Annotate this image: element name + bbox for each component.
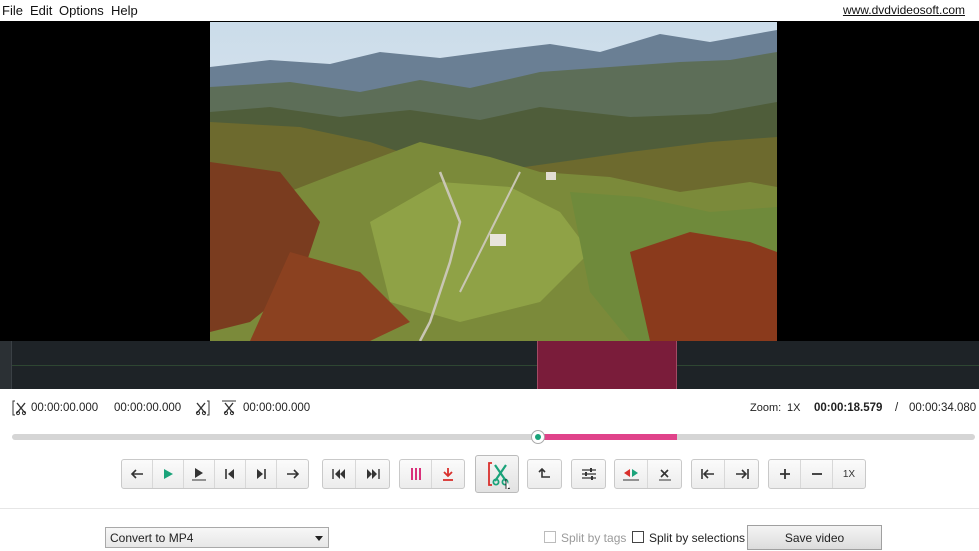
- rotate-toolbar: [527, 459, 562, 489]
- zoom-toolbar: 1X: [768, 459, 866, 489]
- fast-forward-icon: [366, 469, 380, 479]
- seek-selection-fill: [537, 434, 677, 440]
- set-marker-button[interactable]: [432, 460, 464, 488]
- output-format-select[interactable]: Convert to MP4: [105, 527, 329, 548]
- go-to-start-icon: [701, 469, 714, 479]
- step-back-button[interactable]: [122, 460, 153, 488]
- output-format-value: Convert to MP4: [110, 531, 194, 545]
- jump-toolbar: [322, 459, 390, 489]
- video-viewer[interactable]: [0, 21, 979, 341]
- landscape-video-image: [210, 22, 777, 341]
- go-to-start-button[interactable]: [692, 460, 725, 488]
- play-icon: [164, 469, 173, 479]
- zoom-out-button[interactable]: [801, 460, 833, 488]
- play-button[interactable]: [153, 460, 184, 488]
- menu-options[interactable]: Options: [59, 3, 104, 18]
- menu-file[interactable]: File: [2, 3, 23, 18]
- split-markers-icon: [410, 468, 421, 480]
- video-frame: [210, 22, 777, 341]
- invert-selection-button[interactable]: [615, 460, 648, 488]
- close-icon: [658, 469, 671, 481]
- zoom-label: Zoom:: [750, 402, 782, 414]
- chevron-down-icon: [315, 536, 323, 541]
- segment-scissors-icon[interactable]: [220, 399, 238, 420]
- split-by-tags-label: Split by tags: [561, 531, 627, 545]
- segment-time: 00:00:00.000: [243, 402, 311, 414]
- plus-icon: [779, 469, 790, 479]
- boundary-toolbar: [691, 459, 759, 489]
- next-frame-button[interactable]: [246, 460, 277, 488]
- time-separator: /: [895, 402, 899, 414]
- invert-selection-icon: [623, 469, 639, 481]
- go-to-end-button[interactable]: [725, 460, 758, 488]
- split-by-selections-checkbox[interactable]: [632, 531, 644, 543]
- marker-toolbar: [399, 459, 465, 489]
- scissors-cut-icon: [488, 462, 510, 489]
- timeline-strip[interactable]: [0, 341, 979, 389]
- settings-toolbar: [571, 459, 606, 489]
- menu-bar: File Edit Options Help www.dvdvideosoft.…: [0, 0, 979, 21]
- timeline-center-line: [12, 365, 979, 366]
- play-selection-icon: [192, 468, 206, 481]
- minus-icon: [811, 473, 822, 475]
- play-selection-button[interactable]: [184, 460, 215, 488]
- seek-handle[interactable]: [531, 430, 545, 444]
- save-video-button[interactable]: Save video: [747, 525, 882, 550]
- download-marker-icon: [443, 468, 453, 481]
- split-by-tags-checkbox[interactable]: [544, 531, 556, 543]
- start-time: 00:00:00.000: [31, 402, 99, 414]
- jump-next-button[interactable]: [356, 460, 389, 488]
- total-time: 00:00:34.080: [909, 402, 977, 414]
- adjustments-button[interactable]: [572, 460, 605, 488]
- jump-previous-button[interactable]: [323, 460, 356, 488]
- skip-forward-icon: [257, 469, 266, 479]
- rotate-button[interactable]: [528, 460, 561, 488]
- arrow-left-icon: [130, 469, 143, 479]
- end-marker-icon[interactable]: [193, 399, 211, 420]
- arrow-right-icon: [286, 469, 299, 479]
- split-by-selections-label: Split by selections: [649, 531, 746, 545]
- go-to-end-icon: [735, 469, 749, 479]
- timeline-selection[interactable]: [537, 341, 677, 389]
- menu-help[interactable]: Help: [111, 3, 138, 18]
- zoom-in-button[interactable]: [769, 460, 801, 488]
- rotate-icon: [537, 467, 550, 478]
- website-link[interactable]: www.dvdvideosoft.com: [843, 3, 965, 17]
- menu-edit[interactable]: Edit: [30, 3, 52, 18]
- step-forward-button[interactable]: [277, 460, 308, 488]
- selection-toolbar: [614, 459, 682, 489]
- seek-bar[interactable]: [12, 430, 975, 444]
- playback-toolbar: [121, 459, 309, 489]
- bottom-divider: [0, 508, 979, 509]
- current-time: 00:00:18.579: [814, 402, 883, 414]
- zoom-reset-button[interactable]: 1X: [833, 460, 865, 488]
- rewind-icon: [332, 469, 345, 479]
- end-time: 00:00:00.000: [114, 402, 182, 414]
- info-bar: 00:00:00.000 00:00:00.000 00:00:00.000 Z…: [0, 398, 979, 422]
- previous-frame-button[interactable]: [215, 460, 246, 488]
- delete-selection-button[interactable]: [648, 460, 681, 488]
- start-marker-icon[interactable]: [11, 399, 29, 420]
- zoom-value: 1X: [787, 402, 801, 414]
- sliders-icon: [581, 468, 596, 480]
- skip-back-icon: [225, 469, 234, 479]
- timeline-left-grip[interactable]: [0, 341, 12, 389]
- add-marker-button[interactable]: [400, 460, 432, 488]
- cut-selection-button[interactable]: [475, 455, 519, 493]
